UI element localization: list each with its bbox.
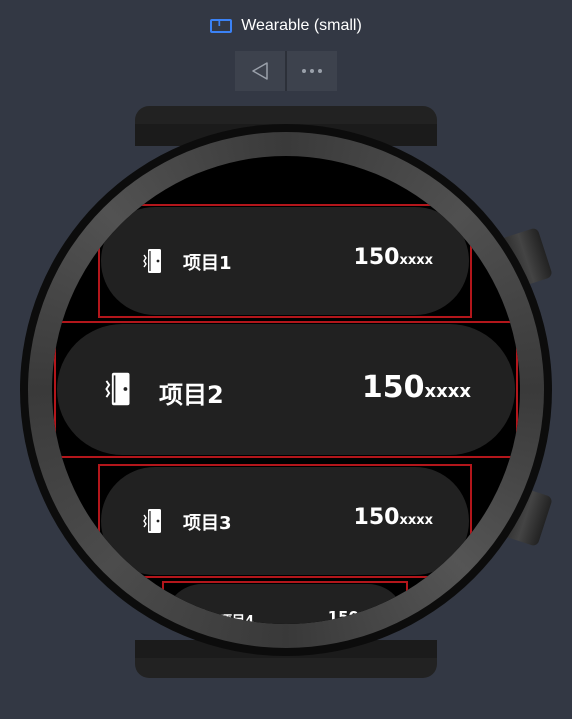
door-exit-icon [105,372,130,406]
door-exit-icon [193,609,206,624]
item-value-number: 150 [353,245,400,270]
item-value-unit: xxxx [399,253,433,268]
item-value-unit: xxxx [424,381,471,402]
item-label: 项目3 [183,513,232,534]
more-dots-icon [302,69,322,73]
door-exit-icon [143,249,161,273]
device-icon-letter: T [216,19,223,29]
item-value-unit: xxxx [399,513,433,528]
item-value: 150xxxx [354,505,433,530]
item-label: 项目2 [159,381,224,409]
preview-toolbar [235,51,337,91]
item-label: 项目1 [183,253,232,274]
more-button[interactable] [287,51,337,91]
device-header: T Wearable (small) [0,14,572,38]
item-value: 150xxxx [362,370,471,405]
item-label: 项目4 [219,614,255,624]
item-value: 150 [328,608,359,624]
back-button[interactable] [235,51,285,91]
list-item[interactable]: 项目4 150 [165,584,405,624]
list-item[interactable]: 项目3 150xxxx [101,467,469,575]
list-item[interactable]: 项目1 150xxxx [101,207,469,315]
item-value-number: 150 [327,608,359,624]
back-triangle-icon [252,62,268,80]
list-item[interactable]: 项目2 150xxxx [57,324,515,455]
item-value-number: 150 [361,370,425,405]
item-value: 150xxxx [354,245,433,270]
item-value-number: 150 [353,505,400,530]
text-device-icon: T [210,19,233,33]
watch-screen: 项目1 150xxxx 项目2 150xxxx 项目3 150xxxx 项目4 … [52,156,520,624]
door-exit-icon [143,509,161,533]
device-title: Wearable (small) [241,17,362,34]
